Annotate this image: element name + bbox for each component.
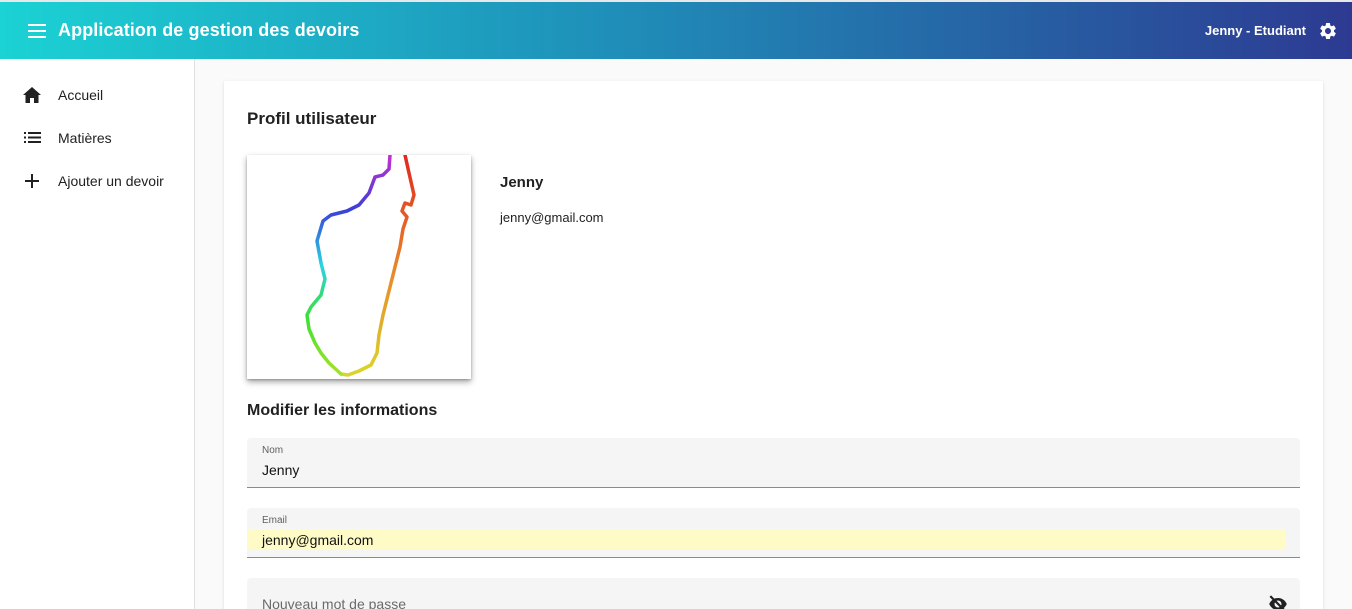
sidebar-item-label: Accueil: [58, 86, 104, 103]
sidebar-item-matieres[interactable]: Matières: [0, 116, 194, 159]
profile-card: Profil utilisateur Jenny jenny@gmail.com…: [224, 81, 1323, 609]
password-placeholder: Nouveau mot de passe: [262, 596, 406, 609]
sidebar-item-label: Ajouter un devoir: [58, 172, 164, 189]
app-title: Application de gestion des devoirs: [58, 20, 360, 40]
email-label: Email: [262, 515, 288, 526]
nom-value[interactable]: Jenny: [262, 462, 299, 478]
section-title: Modifier les informations: [247, 402, 438, 419]
avatar: [247, 155, 471, 379]
nom-field[interactable]: Nom Jenny: [247, 438, 1300, 488]
app-toolbar: Application de gestion des devoirs Jenny…: [0, 0, 1352, 59]
email-value[interactable]: jenny@gmail.com: [262, 532, 373, 548]
plus-icon: [22, 171, 42, 191]
sidebar-item-ajouter-devoir[interactable]: Ajouter un devoir: [0, 159, 194, 202]
sidebar-item-label: Matières: [58, 129, 112, 146]
side-navigation: Accueil Matières Ajouter un devoir: [0, 59, 195, 609]
eye-off-icon[interactable]: [1267, 594, 1289, 609]
home-icon: [22, 85, 42, 105]
user-name: Jenny: [500, 174, 544, 191]
page-title: Profil utilisateur: [247, 109, 377, 128]
list-icon: [22, 128, 42, 148]
user-role-label: Jenny - Etudiant: [1204, 23, 1306, 38]
sidebar-item-accueil[interactable]: Accueil: [0, 73, 194, 116]
password-field[interactable]: Nouveau mot de passe: [247, 578, 1300, 609]
menu-icon[interactable]: [24, 18, 50, 44]
email-field[interactable]: Email jenny@gmail.com: [247, 508, 1300, 558]
user-email: jenny@gmail.com: [500, 210, 604, 225]
autofill-highlight: [247, 529, 1286, 549]
gear-icon[interactable]: [1316, 19, 1340, 43]
nom-label: Nom: [262, 445, 284, 456]
